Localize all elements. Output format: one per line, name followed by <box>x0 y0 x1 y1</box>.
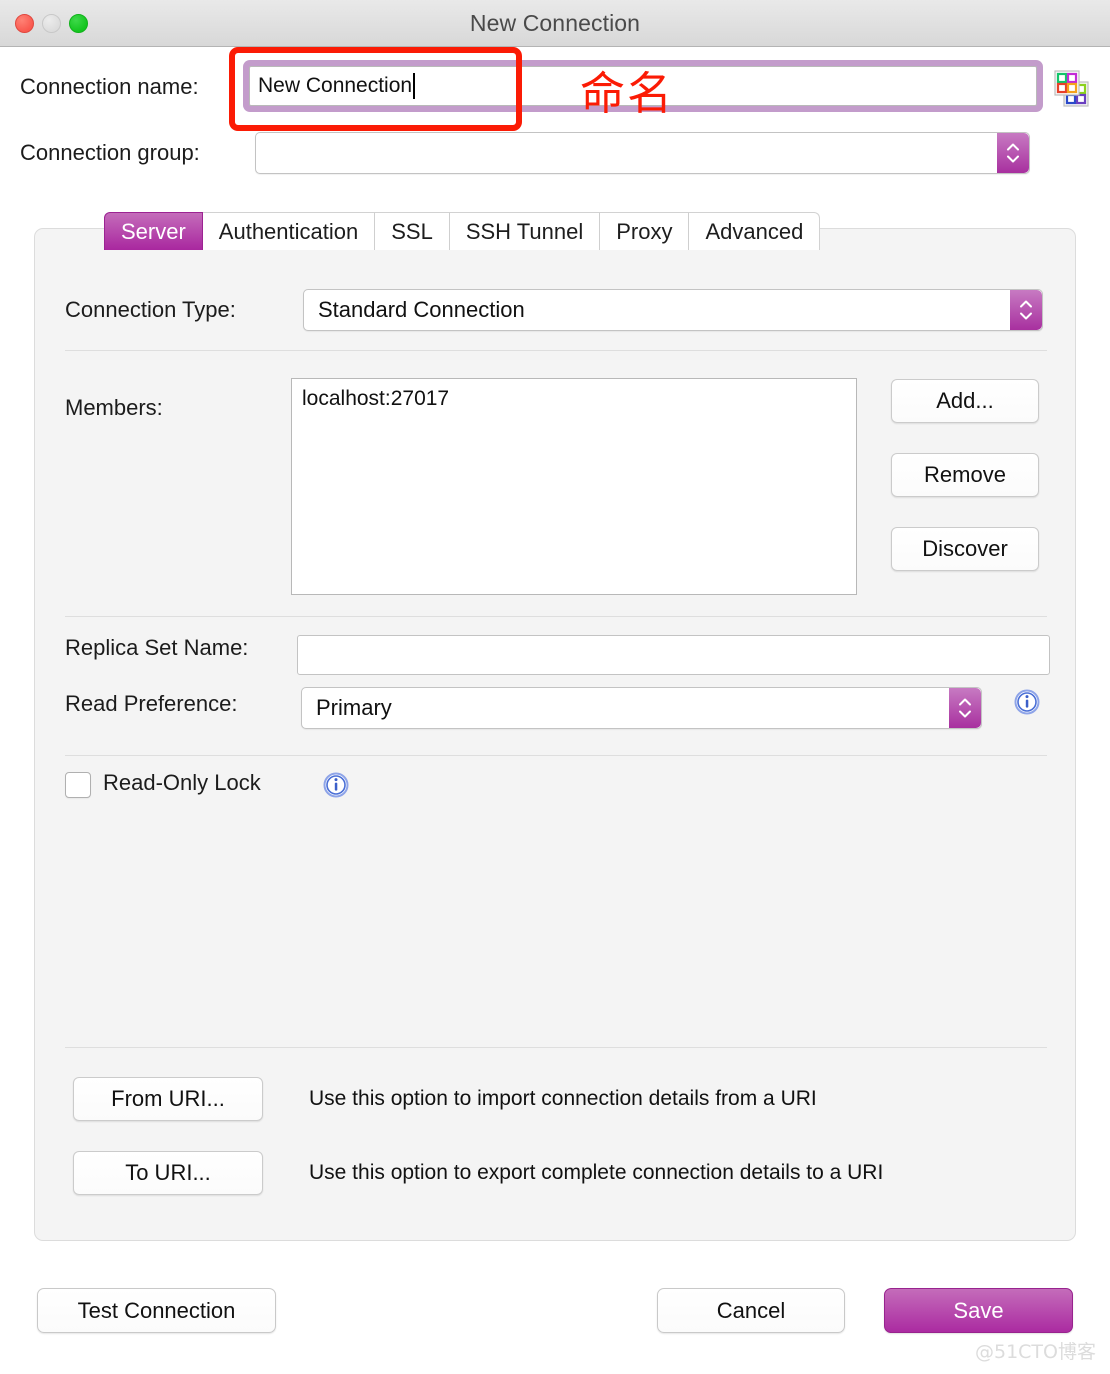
list-item[interactable]: localhost:27017 <box>302 387 846 411</box>
discover-members-label: Discover <box>922 536 1008 561</box>
divider-after-members <box>65 616 1047 617</box>
connection-group-row: Connection group: <box>0 128 1110 178</box>
annotation-label: 命名 <box>580 67 675 120</box>
read-only-lock-info-icon[interactable] <box>323 772 349 798</box>
add-member-button[interactable]: Add... <box>891 379 1039 423</box>
from-uri-label: From URI... <box>111 1086 225 1111</box>
to-uri-description: Use this option to export complete conne… <box>309 1161 884 1184</box>
test-connection-label: Test Connection <box>77 1297 236 1323</box>
tab-advanced[interactable]: Advanced <box>689 212 821 250</box>
connection-name-label: Connection name: <box>20 74 199 99</box>
tab-server[interactable]: Server <box>104 212 203 250</box>
to-uri-button[interactable]: To URI... <box>73 1151 263 1195</box>
read-only-lock-checkbox[interactable] <box>65 772 91 798</box>
maximize-window-icon[interactable] <box>69 13 88 33</box>
tab-server-label: Server <box>121 218 186 244</box>
connection-group-select[interactable] <box>255 132 1030 174</box>
server-tab-panel: Connection Type: Standard Connection Mem… <box>34 228 1076 1241</box>
tab-ssh-tunnel-label: SSH Tunnel <box>465 218 584 244</box>
window-controls <box>15 0 88 46</box>
window-titlebar: New Connection <box>0 0 1110 47</box>
replica-set-name-input[interactable] <box>297 635 1050 675</box>
test-connection-button[interactable]: Test Connection <box>37 1288 276 1333</box>
connection-name-row: Connection name: New Connection <box>0 60 1110 116</box>
connection-group-stepper[interactable] <box>997 133 1029 173</box>
tab-ssl-label: SSL <box>391 218 433 244</box>
tab-proxy[interactable]: Proxy <box>600 212 690 250</box>
connection-type-stepper[interactable] <box>1010 290 1042 330</box>
save-label: Save <box>953 1297 1004 1323</box>
members-label: Members: <box>65 395 163 420</box>
connection-group-label: Connection group: <box>20 140 200 165</box>
replica-set-name-label: Replica Set Name: <box>65 635 249 660</box>
connection-type-select[interactable]: Standard Connection <box>303 289 1043 331</box>
read-preference-info-icon[interactable] <box>1014 689 1040 715</box>
read-preference-select[interactable]: Primary <box>301 687 982 729</box>
color-palette-icon[interactable] <box>1051 68 1091 108</box>
tab-ssh-tunnel[interactable]: SSH Tunnel <box>449 212 601 250</box>
connection-type-label: Connection Type: <box>65 297 236 322</box>
divider-before-uri <box>65 1047 1047 1048</box>
remove-member-button[interactable]: Remove <box>891 453 1039 497</box>
cancel-button[interactable]: Cancel <box>657 1288 845 1333</box>
connection-name-value: New Connection <box>258 74 413 97</box>
from-uri-button[interactable]: From URI... <box>73 1077 263 1121</box>
remove-member-label: Remove <box>924 462 1006 487</box>
window-title: New Connection <box>469 9 641 36</box>
tab-ssl[interactable]: SSL <box>375 212 450 250</box>
divider-after-read-preference <box>65 755 1047 756</box>
divider-after-connection-type <box>65 350 1047 351</box>
read-only-lock-label: Read-Only Lock <box>103 770 261 795</box>
read-preference-value: Primary <box>316 695 392 720</box>
tab-proxy-label: Proxy <box>616 218 673 244</box>
read-preference-stepper[interactable] <box>949 688 981 728</box>
tab-bar: Server Authentication SSL SSH Tunnel Pro… <box>104 212 821 250</box>
watermark: @51CTO博客 <box>974 1341 1096 1363</box>
to-uri-label: To URI... <box>125 1160 211 1185</box>
close-window-icon[interactable] <box>15 13 34 33</box>
tab-authentication-label: Authentication <box>218 218 359 244</box>
save-button[interactable]: Save <box>884 1288 1073 1333</box>
discover-members-button[interactable]: Discover <box>891 527 1039 571</box>
minimize-window-icon[interactable] <box>42 13 61 33</box>
tab-advanced-label: Advanced <box>705 218 804 244</box>
tab-authentication[interactable]: Authentication <box>202 212 376 250</box>
cancel-label: Cancel <box>716 1297 786 1323</box>
text-caret <box>413 73 415 99</box>
new-connection-dialog: New Connection Connection name: New Conn… <box>0 0 1110 1374</box>
connection-type-value: Standard Connection <box>318 297 525 322</box>
from-uri-description: Use this option to import connection det… <box>309 1087 817 1110</box>
add-member-label: Add... <box>936 388 994 413</box>
read-preference-label: Read Preference: <box>65 691 238 716</box>
members-list[interactable]: localhost:27017 <box>291 378 857 595</box>
